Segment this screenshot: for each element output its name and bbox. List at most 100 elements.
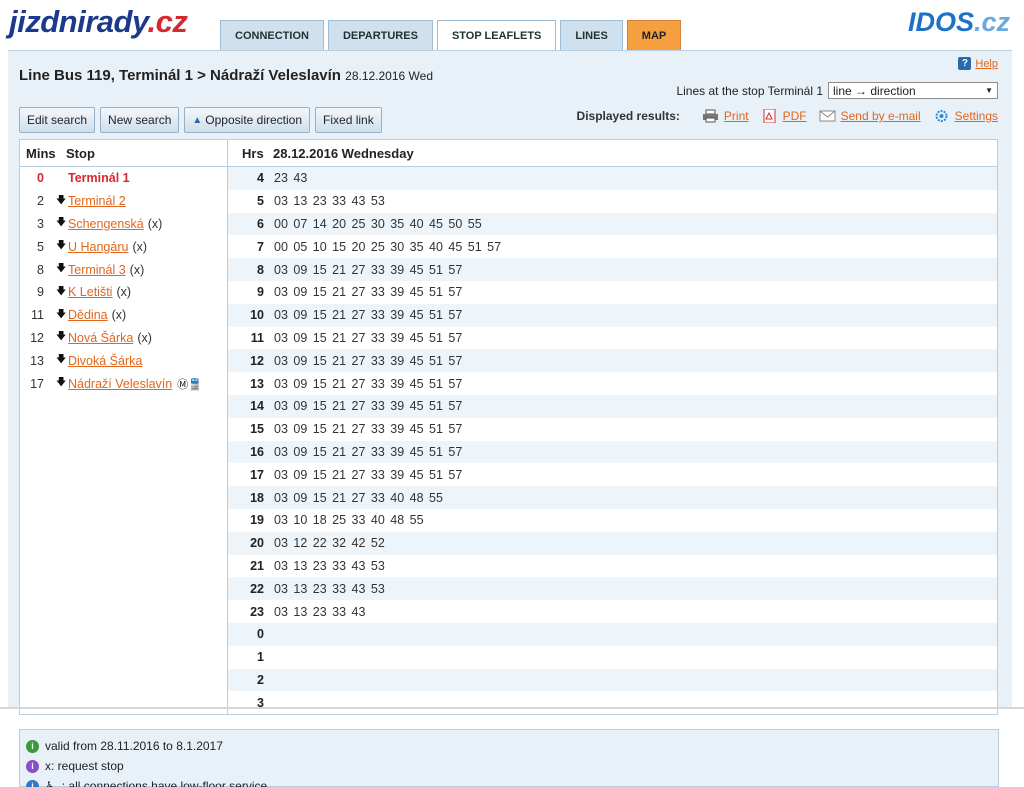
tab-map[interactable]: MAP (626, 20, 682, 50)
stop-link[interactable]: Dědina (68, 308, 108, 322)
settings-link[interactable]: Settings (933, 109, 998, 123)
title-date: 28.12.2016 Wed (345, 69, 433, 83)
print-label[interactable]: Print (724, 109, 749, 123)
hour: 11 (250, 330, 264, 345)
departure-minutes: 03 13 23 33 43 53 (274, 194, 385, 209)
hour: 0 (257, 627, 264, 642)
pdf-icon (763, 109, 776, 123)
pdf-link[interactable]: PDF (761, 109, 807, 123)
hour: 4 (257, 171, 264, 186)
header-date: 28.12.2016 Wednesday (273, 145, 414, 161)
time-row: 20 03 12 22 32 42 52 (228, 531, 997, 555)
email-label[interactable]: Send by e-mail (841, 109, 921, 123)
stop-link[interactable]: Terminál 2 (68, 194, 126, 208)
arrow-down-icon: 🡇 (56, 354, 67, 366)
stop-link[interactable]: K Letišti (68, 285, 112, 299)
request-stop-note: (x) (129, 262, 145, 277)
edit-search-button[interactable]: Edit search (19, 107, 96, 133)
tab-connection[interactable]: CONNECTION (220, 20, 324, 50)
stop-mins: 5 (37, 239, 44, 254)
arrow-up-icon: ▲ (192, 114, 203, 126)
time-row: 16 03 09 15 21 27 33 39 45 51 57 (228, 440, 997, 464)
header-hrs: Hrs (242, 145, 264, 161)
legend-lowfloor-text: : all connections have low-floor service (61, 779, 268, 787)
request-stop-note: (x) (137, 330, 152, 345)
main-tabs: CONNECTION DEPARTURES STOP LEAFLETS LINE… (220, 20, 685, 51)
info-purple-icon: i (26, 759, 39, 773)
time-row: 13 03 09 15 21 27 33 39 45 51 57 (228, 372, 997, 395)
time-row: 3 (228, 691, 997, 714)
printer-icon (702, 109, 718, 123)
departure-minutes: 03 10 18 25 33 40 48 55 (274, 513, 424, 528)
hour: 7 (257, 239, 264, 254)
tab-lines[interactable]: LINES (560, 20, 623, 50)
stop-link[interactable]: Schengenská (68, 217, 144, 231)
idos-text: IDOS (907, 7, 974, 37)
stop-link[interactable]: Nová Šárka (68, 331, 133, 345)
jizdnirady-logo[interactable]: jizdnirady.cz (9, 4, 188, 40)
departure-minutes: 03 13 23 33 43 53 (274, 558, 385, 573)
stops-column: Mins Stop 0 Terminál 1 2 🡇 Terminál 2 3 🡇 Schen… (20, 140, 228, 714)
opposite-direction-button[interactable]: ▲ Opposite direction (184, 107, 311, 133)
arrow-down-icon: 🡇 (56, 240, 67, 252)
departure-minutes: 03 09 15 21 27 33 39 45 51 57 (274, 262, 463, 277)
stops-list: 0 Terminál 1 2 🡇 Terminál 2 3 🡇 Schengenská (x) 5… (20, 167, 227, 395)
print-link[interactable]: Print (702, 109, 749, 123)
stop-link[interactable]: U Hangáru (68, 240, 128, 254)
stop-row: 0 Terminál 1 (20, 167, 227, 190)
tab-departures[interactable]: DEPARTURES (327, 20, 433, 50)
stop-link[interactable]: Terminál 3 (68, 263, 126, 277)
idos-suffix: .cz (973, 7, 1010, 37)
fixed-link-button[interactable]: Fixed link (315, 107, 382, 133)
header-stop: Stop (66, 145, 95, 161)
departure-minutes: 03 09 15 21 27 33 39 45 51 57 (274, 330, 463, 345)
stop-row: 2 🡇 Terminál 2 (20, 190, 227, 213)
hour: 14 (250, 399, 264, 414)
header-mins: Mins (26, 145, 56, 161)
stop-row: 17 🡇 Nádraží Veleslavín Ⓜ🚆 (20, 372, 227, 395)
stop-row: 3 🡇 Schengenská (x) (20, 213, 227, 236)
arrow-down-icon: 🡇 (56, 308, 67, 320)
displayed-results: Displayed results: Print PDF Send by e-m… (577, 109, 998, 123)
line-direction-select[interactable]: line → direction ▼ (828, 82, 998, 99)
info-blue-icon: i (26, 779, 39, 787)
new-search-button[interactable]: New search (100, 107, 180, 133)
departure-minutes: 03 09 15 21 27 33 39 45 51 57 (274, 467, 463, 482)
legend: i valid from 28.11.2016 to 8.1.2017 i x:… (19, 729, 999, 787)
departure-minutes: 03 09 15 21 27 33 39 45 51 57 (274, 285, 463, 300)
stop-link[interactable]: Nádraží Veleslavín (68, 377, 172, 391)
pdf-label[interactable]: PDF (783, 109, 807, 123)
chevron-down-icon: ▼ (985, 86, 993, 95)
help-label[interactable]: Help (975, 58, 998, 70)
departure-minutes: 00 05 10 15 20 25 30 35 40 45 51 57 (274, 239, 502, 254)
idos-logo[interactable]: IDOS.cz (908, 7, 1010, 38)
stop-row: 8 🡇 Terminál 3 (x) (20, 258, 227, 281)
arrow-down-icon: 🡇 (56, 194, 67, 206)
results-label: Displayed results: (576, 109, 680, 123)
metro-train-icon: Ⓜ🚆 (177, 378, 202, 391)
stop-link[interactable]: Divoká Šárka (68, 354, 142, 368)
request-stop-note: (x) (116, 285, 132, 300)
request-stop-note: (x) (147, 216, 163, 231)
departure-minutes: 23 43 (274, 171, 308, 186)
departure-minutes: 03 13 23 33 43 (274, 604, 366, 619)
hour: 8 (257, 262, 264, 277)
stop-mins: 8 (37, 262, 44, 277)
hour: 10 (250, 308, 264, 323)
time-row: 18 03 09 15 21 27 33 40 48 55 (228, 486, 997, 509)
hour: 9 (257, 285, 264, 300)
time-row: 17 03 09 15 21 27 33 39 45 51 57 (228, 463, 997, 486)
envelope-icon (819, 110, 836, 122)
logo-text: jizdnirady (9, 4, 148, 39)
times-column: Hrs 28.12.2016 Wednesday 4 23 43 5 03 13 23… (228, 140, 997, 714)
tab-stop-leaflets[interactable]: STOP LEAFLETS (436, 20, 557, 51)
email-link[interactable]: Send by e-mail (819, 109, 921, 123)
page-title: Line Bus 119, Terminál 1 > Nádraží Veles… (19, 67, 433, 84)
time-row: 12 03 09 15 21 27 33 39 45 51 57 (228, 349, 997, 373)
hour: 21 (250, 558, 264, 573)
arrow-down-icon: 🡇 (56, 377, 67, 389)
stop-row: 11 🡇 Dědina (x) (20, 304, 227, 327)
time-row: 0 (228, 622, 997, 646)
help-link[interactable]: ? Help (958, 57, 998, 70)
settings-label[interactable]: Settings (955, 109, 998, 123)
